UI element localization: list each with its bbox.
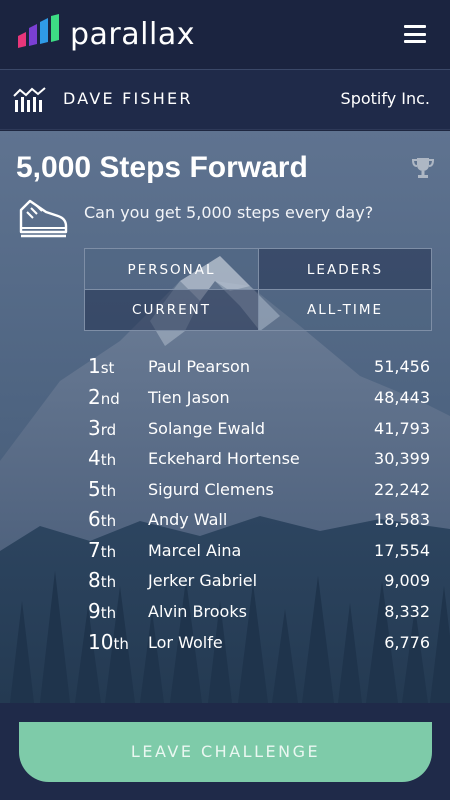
rank: 7th [88, 538, 117, 562]
player-score: 22,242 [374, 480, 430, 499]
player-score: 51,456 [374, 357, 430, 376]
rank: 9th [88, 599, 117, 623]
rank: 10th [88, 630, 129, 654]
player-name: Tien Jason [148, 388, 230, 407]
company-name: Spotify Inc. [340, 89, 430, 108]
rank: 4th [88, 446, 117, 470]
player-name: Paul Pearson [148, 357, 250, 376]
player-score: 18,583 [374, 510, 430, 529]
rank: 3rd [88, 416, 117, 440]
trophy-icon[interactable] [412, 156, 434, 180]
player-score: 9,009 [384, 571, 430, 590]
player-score: 6,776 [384, 633, 430, 652]
leaderboard-row[interactable]: 3rd Solange Ewald 41,793 [0, 414, 450, 445]
player-score: 41,793 [374, 419, 430, 438]
player-name: Andy Wall [148, 510, 228, 529]
leaderboard-row[interactable]: 7th Marcel Aina 17,554 [0, 536, 450, 567]
player-name: Sigurd Clemens [148, 480, 274, 499]
player-name: Eckehard Hortense [148, 449, 300, 468]
player-score: 8,332 [384, 602, 430, 621]
challenge-description: Can you get 5,000 steps every day? [84, 203, 374, 222]
player-score: 48,443 [374, 388, 430, 407]
leaderboard-row[interactable]: 10th Lor Wolfe 6,776 [0, 628, 450, 659]
player-name: Lor Wolfe [148, 633, 223, 652]
leaderboard-row[interactable]: 2nd Tien Jason 48,443 [0, 383, 450, 414]
leaderboard-row[interactable]: 5th Sigurd Clemens 22,242 [0, 475, 450, 506]
current-tab[interactable]: CURRENT [84, 289, 259, 331]
stats-icon [13, 87, 46, 112]
hamburger-menu-icon[interactable] [404, 25, 426, 43]
leaderboard-row[interactable]: 1st Paul Pearson 51,456 [0, 352, 450, 383]
rank: 8th [88, 568, 117, 592]
leave-challenge-button[interactable]: LEAVE CHALLENGE [19, 722, 432, 782]
rank: 5th [88, 477, 117, 501]
leaders-tab[interactable]: LEADERS [258, 248, 432, 290]
leaderboard-row[interactable]: 4th Eckehard Hortense 30,399 [0, 444, 450, 475]
rank: 1st [88, 354, 115, 378]
player-name: Jerker Gabriel [148, 571, 258, 590]
player-name: Alvin Brooks [148, 602, 247, 621]
parallax-logo-icon [18, 14, 59, 48]
player-name: Marcel Aina [148, 541, 242, 560]
shoe-icon [19, 199, 68, 238]
leaderboard-row[interactable]: 9th Alvin Brooks 8,332 [0, 597, 450, 628]
player-score: 17,554 [374, 541, 430, 560]
personal-tab[interactable]: PERSONAL [84, 248, 259, 290]
leaderboard-row[interactable]: 8th Jerker Gabriel 9,009 [0, 566, 450, 597]
rank: 2nd [88, 385, 120, 409]
leaderboard-row[interactable]: 6th Andy Wall 18,583 [0, 505, 450, 536]
challenge-title: 5,000 Steps Forward [16, 151, 308, 184]
rank: 6th [88, 507, 117, 531]
player-score: 30,399 [374, 449, 430, 468]
all-time-tab[interactable]: ALL-TIME [258, 289, 432, 331]
user-name: DAVE FISHER [63, 89, 193, 108]
top-bar [0, 0, 450, 70]
player-name: Solange Ewald [148, 419, 266, 438]
brand-name: parallax [70, 17, 195, 52]
